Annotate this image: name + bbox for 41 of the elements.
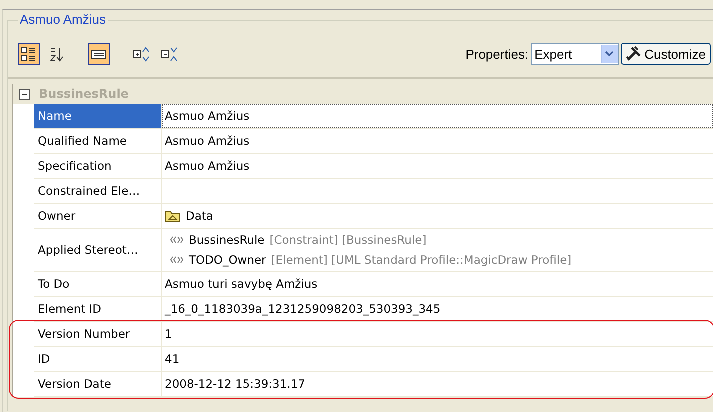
property-name[interactable]: Element ID [34,297,162,321]
stereotype-name: BussinesRule [189,233,265,247]
toolbar-button[interactable] [88,43,110,65]
property-name[interactable]: Constrained Ele… [34,179,162,203]
property-value: 2008-12-12 15:39:31.17 [165,377,306,391]
property-name[interactable]: Applied Stereot… [34,229,162,271]
property-value: Asmuo turi savybę Amžius [165,277,318,291]
tools-icon [626,46,642,62]
stereotype-details: [Constraint] [BussinesRule] [270,233,427,247]
category-label: BussinesRule [39,87,129,101]
property-value: Asmuo Amžius [165,159,250,173]
property-name[interactable]: To Do [34,272,162,296]
property-value: Data [186,209,214,223]
stereotype-icon [170,256,184,264]
property-name[interactable]: Owner [34,204,162,228]
sort-icon [48,46,66,62]
property-name[interactable]: Qualified Name [34,129,162,153]
properties-label: Properties: [466,46,529,62]
property-value: 41 [165,352,180,366]
property-name[interactable]: Version Date [34,372,162,396]
property-value: _16_0_1183039a_1231259098203_530393_345 [165,302,441,316]
property-name[interactable]: Specification [34,154,162,178]
property-value: 1 [165,327,172,341]
property-value: Asmuo Amžius [165,134,250,148]
collapse-icon [160,46,178,62]
group-title: Asmuo Amžius [18,12,108,27]
property-name[interactable]: Name [34,104,162,128]
collapse-icon[interactable] [19,88,30,100]
stereotype-details: [Element] [UML Standard Profile::MagicDraw Profile] [271,253,572,267]
toolbar-button[interactable] [18,43,40,65]
property-name[interactable]: Version Number [34,322,162,346]
customize-button[interactable]: Customize [620,43,711,65]
package-icon [165,210,181,222]
properties-dropdown[interactable]: Expert [530,43,619,65]
property-value: Asmuo Amžius [165,109,250,123]
chevron-down-icon [605,51,614,57]
categorized-icon [20,46,38,62]
stereotype-icon [170,236,184,244]
stereotype-name: TODO_Owner [189,253,266,267]
expand-icon [132,46,150,62]
property-name[interactable]: ID [34,347,162,371]
